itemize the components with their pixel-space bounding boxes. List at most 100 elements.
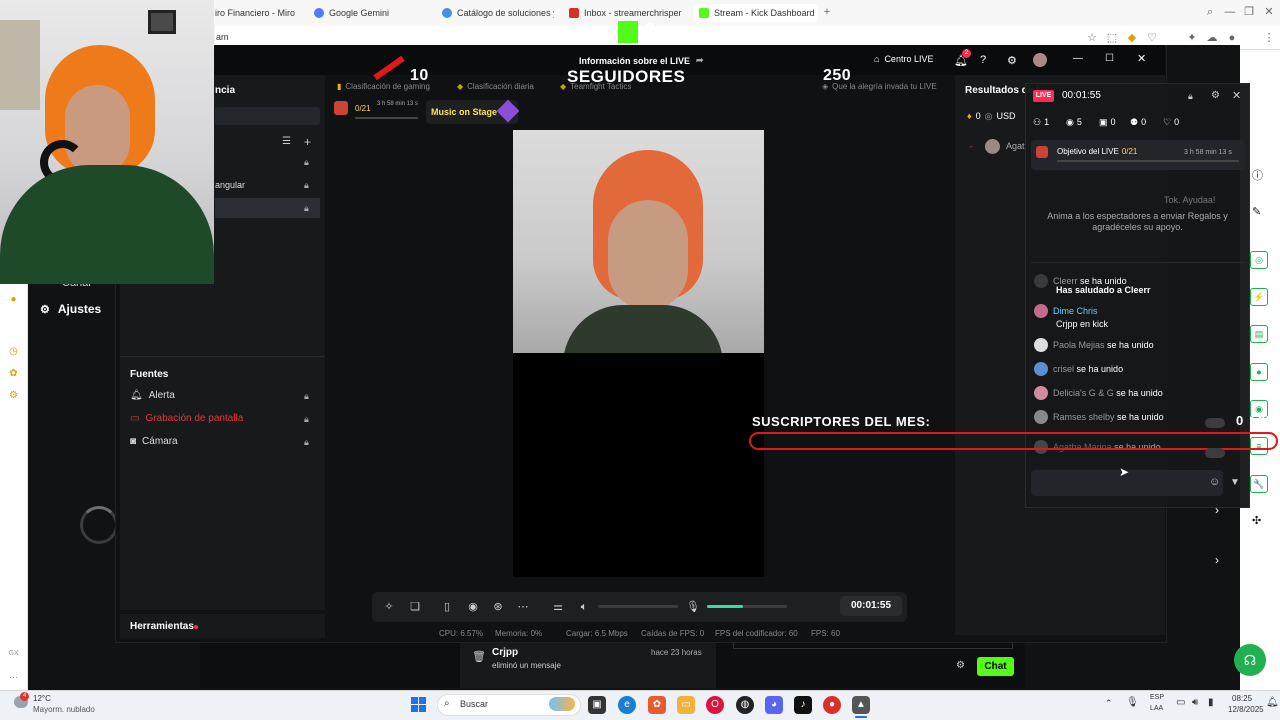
- tools-title[interactable]: Herramientas: [130, 621, 194, 632]
- windows-start-icon[interactable]: [411, 697, 427, 713]
- filter-icon[interactable]: ▼: [1230, 477, 1240, 488]
- menu-icon[interactable]: ⋮: [1262, 31, 1276, 45]
- new-tab-button[interactable]: +: [820, 5, 834, 19]
- clock-icon[interactable]: ◷: [7, 346, 20, 359]
- minimize-icon[interactable]: —: [1223, 5, 1237, 19]
- lock-icon[interactable]: 🔒︎: [304, 157, 309, 168]
- gear-icon[interactable]: ⚙: [956, 660, 965, 671]
- gx-icon[interactable]: GX: [7, 650, 20, 663]
- record-app-icon[interactable]: ●: [823, 696, 841, 714]
- scene-item[interactable]: angular: [215, 180, 245, 190]
- layers-icon[interactable]: ❏: [407, 599, 423, 615]
- phone-icon[interactable]: ▯: [439, 599, 455, 615]
- tab-gemini[interactable]: Google Gemini: [314, 4, 424, 22]
- chat-send-button[interactable]: Chat: [977, 657, 1014, 676]
- microphone-icon[interactable]: 🎙︎: [1126, 697, 1139, 708]
- emoji-icon[interactable]: ☺: [1209, 476, 1220, 488]
- screenshot-icon[interactable]: ⬚: [1105, 31, 1119, 45]
- chevron-right-icon[interactable]: ›: [1215, 553, 1219, 567]
- edit-icon[interactable]: ✎: [1252, 205, 1261, 218]
- sliders-icon[interactable]: ⚌: [550, 599, 566, 615]
- source-camara[interactable]: ◙ Cámara: [130, 436, 178, 447]
- profile-icon[interactable]: ●: [1225, 31, 1239, 45]
- lock-icon[interactable]: 🔒︎: [304, 414, 309, 425]
- chevron-up-icon[interactable]: ⌃: [1105, 698, 1113, 709]
- close-icon[interactable]: ✕: [1262, 5, 1276, 19]
- more-icon[interactable]: ⋯: [515, 599, 531, 615]
- bookmark-icon[interactable]: ☆: [1085, 31, 1099, 45]
- wrench-icon[interactable]: 🔧: [1250, 475, 1268, 493]
- mod-log-user[interactable]: Crjpp: [492, 647, 518, 658]
- maximize-icon[interactable]: ☐: [1105, 53, 1114, 64]
- cloud-icon[interactable]: ☁: [1205, 31, 1219, 45]
- centro-live-button[interactable]: ⌂ Centro LIVE: [874, 54, 933, 64]
- file-explorer-icon[interactable]: ▭: [677, 696, 695, 714]
- support-headset-icon[interactable]: ☊: [1234, 644, 1266, 676]
- display-icon[interactable]: ▭: [1176, 697, 1185, 708]
- lock-icon[interactable]: 🔒︎: [304, 203, 309, 214]
- list-icon[interactable]: ☰: [282, 136, 291, 147]
- studio-title[interactable]: Información sobre el LIVE ➦: [579, 55, 704, 66]
- speaker-icon[interactable]: 🔈︎: [576, 599, 592, 615]
- gear-icon[interactable]: ⚙: [1211, 90, 1220, 101]
- lightning-icon[interactable]: ⚡: [1250, 288, 1268, 306]
- document-icon[interactable]: ▤: [1250, 325, 1268, 343]
- settings-icon[interactable]: ⚙: [7, 390, 20, 403]
- close-icon[interactable]: ✕: [1232, 89, 1241, 102]
- coin-icon[interactable]: ●: [7, 294, 20, 307]
- search-icon[interactable]: ⌕: [1203, 5, 1217, 19]
- camera-focus-icon[interactable]: ◎: [1250, 251, 1268, 269]
- more-icon[interactable]: …: [7, 670, 20, 683]
- notifications-bell-icon[interactable]: 🔔︎: [1266, 697, 1279, 708]
- gear-icon[interactable]: ⚙: [1007, 54, 1017, 67]
- microphone-icon[interactable]: 🎙︎: [685, 599, 701, 615]
- lock-icon[interactable]: 🔒︎: [1188, 91, 1193, 102]
- record-icon[interactable]: ◉: [465, 599, 481, 615]
- mic-volume-slider[interactable]: [707, 605, 787, 608]
- drag-handle-icon[interactable]: ✣: [1252, 514, 1261, 527]
- toggle-switch[interactable]: [1205, 418, 1225, 428]
- keyboard-layout[interactable]: LAA: [1150, 705, 1163, 712]
- task-view-icon[interactable]: ▣: [588, 696, 606, 714]
- language-indicator[interactable]: ESP: [1150, 694, 1164, 701]
- chip-clasificacion-diaria[interactable]: ◆ Clasificación diaria: [457, 79, 534, 93]
- extension-icon[interactable]: ◆: [1125, 31, 1139, 45]
- battery-icon[interactable]: ▮: [1208, 697, 1214, 708]
- copilot-icon[interactable]: ✿: [648, 696, 666, 714]
- extensions-puzzle-icon[interactable]: ✦: [1185, 31, 1199, 45]
- gift-icon[interactable]: ✿: [7, 368, 20, 381]
- clock-date[interactable]: 12/8/2025: [1228, 705, 1264, 714]
- lock-icon[interactable]: 🔒︎: [304, 391, 309, 402]
- sidebar-item-ajustes[interactable]: ⚙ Ajustes: [40, 302, 101, 316]
- toggle-switch[interactable]: [1205, 448, 1225, 458]
- minimize-icon[interactable]: —: [1073, 53, 1083, 64]
- lock-icon[interactable]: 🔒︎: [304, 180, 309, 191]
- restore-icon[interactable]: ❐: [1242, 5, 1256, 19]
- weather-desc[interactable]: Mayorm. nublado: [33, 705, 95, 714]
- speaker-volume-slider[interactable]: [598, 605, 678, 608]
- source-grabacion-pantalla[interactable]: ▭ Grabación de pantalla: [130, 413, 243, 424]
- clock-time[interactable]: 08:25: [1232, 694, 1252, 703]
- close-icon[interactable]: ✕: [1137, 52, 1146, 65]
- davinci-icon[interactable]: ◍: [736, 696, 754, 714]
- heart-icon[interactable]: ♡: [1145, 31, 1159, 45]
- tab-catalogo[interactable]: Catálogo de soluciones y: [442, 4, 554, 22]
- avatar[interactable]: [1033, 53, 1047, 67]
- tab-inbox[interactable]: Inbox - streamerchrisper: [569, 4, 684, 22]
- help-icon[interactable]: ?: [980, 54, 986, 66]
- target-icon[interactable]: ⊛: [490, 599, 506, 615]
- scene-search-input[interactable]: [215, 107, 320, 125]
- add-icon[interactable]: +: [304, 135, 311, 149]
- chat-input-area[interactable]: [733, 643, 1013, 649]
- tab-kick-dashboard[interactable]: Stream - Kick Dashboard ✕: [693, 4, 818, 22]
- edge-icon[interactable]: e: [618, 696, 636, 714]
- opera-icon[interactable]: O: [706, 696, 724, 714]
- source-alerta[interactable]: 🔔︎ Alerta: [130, 390, 175, 401]
- magic-wand-icon[interactable]: ✧: [381, 599, 397, 615]
- lock-icon[interactable]: 🔒︎: [304, 437, 309, 448]
- tiktok-icon[interactable]: ♪: [794, 696, 812, 714]
- weather-temp[interactable]: 12°C: [33, 694, 51, 703]
- tab-miro[interactable]: iro Financiero - Miro: [215, 4, 307, 22]
- live-studio-icon[interactable]: ▲: [852, 696, 870, 714]
- info-icon[interactable]: ⓘ: [1252, 167, 1263, 183]
